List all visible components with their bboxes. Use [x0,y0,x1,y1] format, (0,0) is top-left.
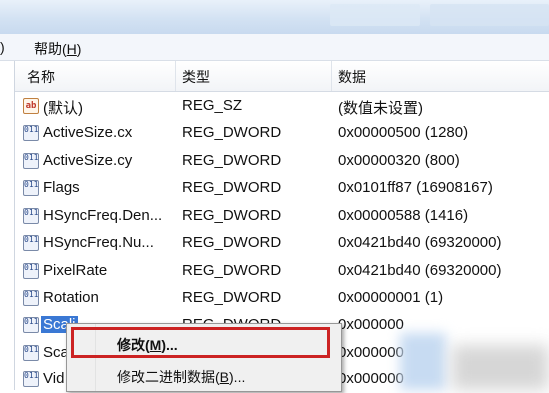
binary-value-icon: 011 [23,290,39,306]
value-data: (数值未设置) [338,100,423,117]
value-data: 0x000000 [338,316,404,333]
value-data: 0x000000 [338,370,404,387]
modify-binary-label-prefix: 修改二进制数据( [117,369,220,385]
window-title-bar [0,0,549,34]
value-data: 0x0421bd40 (69320000) [338,262,502,279]
value-name: HSyncFreq.Den... [43,207,163,224]
menu-item-help[interactable]: 帮助(H) [34,39,81,59]
value-data: 0x0421bd40 (69320000) [338,234,502,251]
column-divider[interactable] [331,61,332,91]
title-bar-glass [430,4,549,26]
help-label-suffix: ) [76,41,82,57]
value-row[interactable]: 011 ActiveSize.cx REG_DWORD 0x00000500 (… [15,120,549,147]
value-data: 0x00000500 (1280) [338,124,469,141]
help-access-key: H [66,41,77,57]
binary-value-icon: 011 [23,345,39,361]
menu-bar: ) 帮助(H) [0,34,549,61]
value-data: 0x00000320 (800) [338,152,460,169]
title-bar-glass [330,4,420,26]
column-header-data[interactable]: 数据 [338,67,366,85]
value-data: 0x000000 [338,344,404,361]
binary-value-icon: 011 [23,263,39,279]
binary-value-icon: 011 [23,235,39,251]
value-name: Vid [43,370,65,387]
value-type: REG_DWORD [182,262,282,279]
value-type: REG_DWORD [182,234,282,251]
key-tree-pane[interactable] [0,61,15,390]
help-label-prefix: 帮助( [34,41,67,57]
value-name: ActiveSize.cy [43,152,133,169]
value-type: REG_DWORD [182,207,282,224]
value-name: Sca [43,344,69,361]
modify-binary-label-suffix: )... [229,369,246,385]
column-header-type[interactable]: 类型 [182,67,210,85]
value-row[interactable]: 011 HSyncFreq.Den... REG_DWORD 0x0000058… [15,203,549,230]
value-type: REG_DWORD [182,179,282,196]
value-row[interactable]: 011 PixelRate REG_DWORD 0x0421bd40 (6932… [15,258,549,285]
binary-value-icon: 011 [23,208,39,224]
binary-value-icon: 011 [23,317,39,333]
annotation-highlight-box [71,327,330,358]
value-data: 0x00000001 (1) [338,289,444,306]
value-data: 0x00000588 (1416) [338,207,469,224]
value-type: REG_DWORD [182,124,282,141]
column-divider[interactable] [175,61,176,91]
binary-value-icon: 011 [23,153,39,169]
blurred-watermark [452,345,549,390]
value-name: HSyncFreq.Nu... [43,234,154,251]
value-name: ActiveSize.cx [43,124,133,141]
binary-value-icon: 011 [23,371,39,387]
column-header-name[interactable]: 名称 [27,67,55,85]
column-header: 名称 类型 数据 [15,61,549,92]
value-name: (默认) [43,100,83,117]
value-row[interactable]: ab (默认) REG_SZ (数值未设置) [15,93,549,120]
value-name: PixelRate [43,262,108,279]
string-value-icon: ab [23,98,39,114]
value-data: 0x0101ff87 (16908167) [338,179,493,196]
value-row[interactable]: 011 Flags REG_DWORD 0x0101ff87 (16908167… [15,175,549,202]
value-name: Rotation [43,289,99,306]
value-type: REG_DWORD [182,152,282,169]
value-type: REG_DWORD [182,289,282,306]
menu-item-modify-binary[interactable]: 修改二进制数据(B)... [117,367,245,387]
modify-binary-access-key: B [219,369,230,385]
binary-value-icon: 011 [23,125,39,141]
binary-value-icon: 011 [23,180,39,196]
value-row[interactable]: 011 ActiveSize.cy REG_DWORD 0x00000320 (… [15,148,549,175]
value-type: REG_SZ [182,97,243,114]
blurred-watermark [400,333,446,390]
menu-item-partial[interactable]: ) [0,39,5,55]
value-row[interactable]: 011 Rotation REG_DWORD 0x00000001 (1) [15,285,549,312]
value-row[interactable]: 011 HSyncFreq.Nu... REG_DWORD 0x0421bd40… [15,230,549,257]
value-name: Flags [43,179,80,196]
